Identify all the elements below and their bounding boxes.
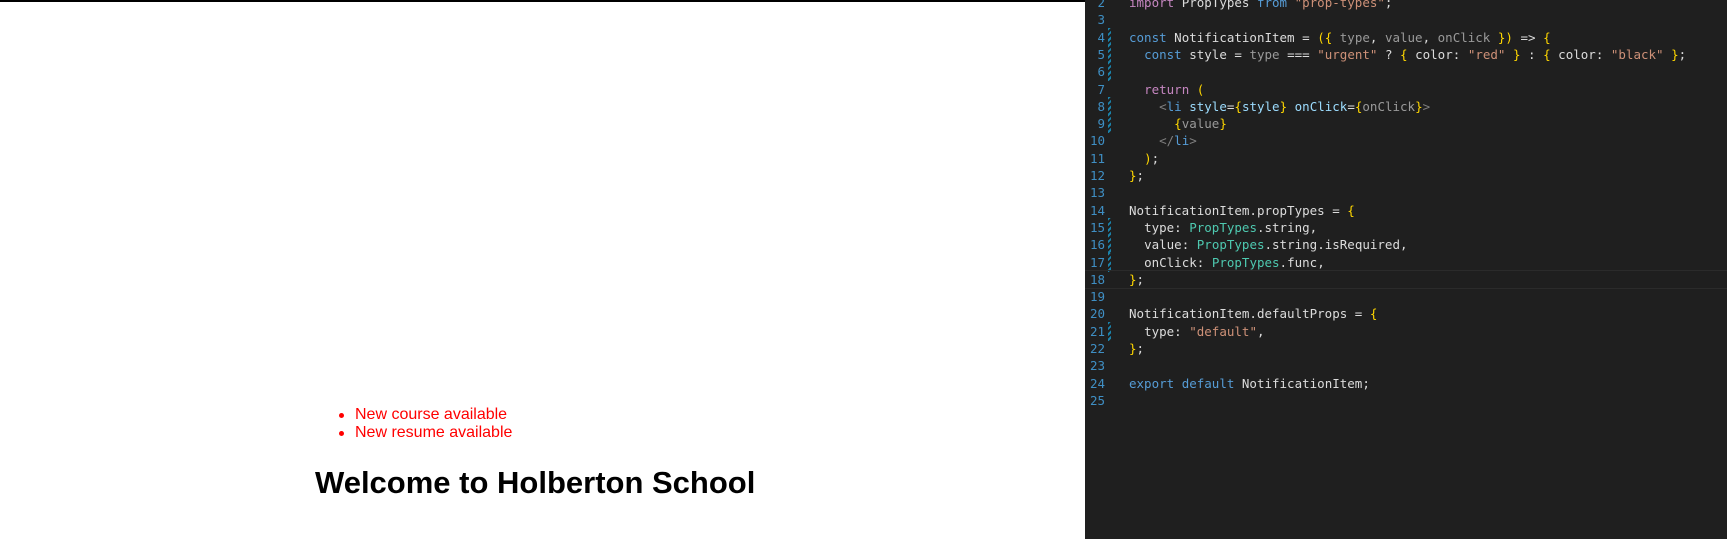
code-line[interactable]: 13 (1085, 183, 1727, 202)
code-text: onClick: PropTypes.func, (1144, 254, 1325, 270)
line-number: 8 (1097, 98, 1105, 114)
line-number: 13 (1089, 185, 1105, 201)
modified-line-marker (1108, 96, 1111, 116)
line-number: 12 (1089, 168, 1105, 183)
line-number: 21 (1089, 323, 1105, 339)
line-number: 3 (1097, 12, 1105, 28)
line-number: 15 (1089, 219, 1105, 235)
bullet-icon (339, 431, 344, 436)
code-line[interactable]: 18}; (1085, 269, 1727, 289)
code-line[interactable]: 4 const NotificationItem = ({ type, value… (1085, 27, 1727, 47)
line-number: 22 (1089, 341, 1105, 356)
code-text: {value} (1174, 116, 1227, 132)
code-line[interactable]: 17 onClick: PropTypes.func, (1085, 252, 1727, 272)
line-number: 18 (1089, 271, 1105, 287)
notification-text: New course available (355, 406, 508, 423)
line-number: 7 (1097, 81, 1105, 97)
line-number: 14 (1089, 202, 1105, 218)
code-line[interactable]: 22}; (1085, 339, 1727, 358)
code-line[interactable]: 7 return ( (1085, 80, 1727, 99)
modified-line-marker (1108, 321, 1111, 341)
line-number: 5 (1097, 46, 1105, 62)
code-line[interactable]: 24 export default NotificationItem; (1085, 374, 1727, 393)
code-line[interactable]: 25 (1085, 391, 1727, 410)
modified-line-marker (1108, 252, 1111, 272)
line-number: 17 (1089, 254, 1105, 270)
code-line[interactable]: 19 (1085, 287, 1727, 306)
line-number: 19 (1089, 289, 1105, 305)
line-number: 24 (1089, 375, 1105, 391)
code-line[interactable]: 21 type: "default", (1085, 321, 1727, 341)
notification-list: New course available New resume availabl… (336, 406, 512, 442)
code-line[interactable]: 14 NotificationItem.propTypes = { (1085, 201, 1727, 220)
modified-line-marker (1108, 235, 1111, 255)
code-text: }; (1129, 271, 1145, 287)
code-text: <li style={style} onClick={onClick}> (1159, 98, 1431, 114)
line-number: 16 (1089, 237, 1105, 253)
line-number: 4 (1097, 29, 1105, 45)
modified-line-marker (1108, 27, 1111, 47)
line-number: 10 (1089, 133, 1105, 149)
code-text: return ( (1144, 81, 1205, 97)
modified-line-marker (1108, 114, 1111, 134)
code-text: ); (1144, 150, 1160, 166)
code-line[interactable]: 10 </li> (1085, 131, 1727, 150)
code-text: export default NotificationItem; (1129, 375, 1370, 391)
line-number: 25 (1089, 392, 1105, 408)
code-text: NotificationItem.defaultProps = { (1129, 306, 1378, 322)
notification-item[interactable]: New course available (336, 406, 512, 424)
code-line[interactable]: 6 (1085, 62, 1727, 82)
code-line[interactable]: 23 (1085, 356, 1727, 375)
code-text: value: PropTypes.string.isRequired, (1144, 237, 1408, 253)
code-text: const NotificationItem = ({ type, value,… (1129, 29, 1551, 45)
line-number: 11 (1089, 150, 1105, 166)
code-text: const style = type === "urgent" ? { colo… (1144, 46, 1687, 62)
notification-item[interactable]: New resume available (336, 424, 512, 442)
line-number: 20 (1089, 306, 1105, 322)
code-line[interactable]: 15 type: PropTypes.string, (1085, 217, 1727, 237)
code-line[interactable]: 8 <li style={style} onClick={onClick}> (1085, 96, 1727, 116)
code-line[interactable]: 9 {value} (1085, 114, 1727, 134)
code-line[interactable]: 11 ); (1085, 149, 1727, 168)
modified-line-marker (1108, 217, 1111, 237)
code-line[interactable]: 16 value: PropTypes.string.isRequired, (1085, 235, 1727, 255)
code-line[interactable]: 5 const style = type === "urgent" ? { co… (1085, 44, 1727, 64)
code-line[interactable]: 12}; (1085, 166, 1727, 185)
modified-line-marker (1108, 44, 1111, 64)
notification-text: New resume available (355, 424, 513, 441)
top-border (0, 0, 1085, 2)
line-number: 9 (1097, 116, 1105, 132)
code-line[interactable]: 3 (1085, 10, 1727, 29)
line-number: 6 (1097, 64, 1105, 80)
modified-line-marker (1108, 62, 1111, 82)
code-text: }; (1129, 168, 1145, 183)
code-text: type: PropTypes.string, (1144, 219, 1318, 235)
line-number: 23 (1089, 358, 1105, 374)
bullet-icon (339, 413, 344, 418)
browser-viewport: New course available New resume availabl… (0, 0, 1085, 539)
code-text: </li> (1159, 133, 1197, 149)
code-text: }; (1129, 341, 1145, 356)
code-text: type: "default", (1144, 323, 1265, 339)
page-title: Welcome to Holberton School (315, 465, 756, 500)
code-text: NotificationItem.propTypes = { (1129, 202, 1355, 218)
code-line[interactable]: 20 NotificationItem.defaultProps = { (1085, 304, 1727, 323)
code-editor[interactable]: 2 import PropTypes from "prop-types"; 3 4 co… (1085, 0, 1727, 539)
